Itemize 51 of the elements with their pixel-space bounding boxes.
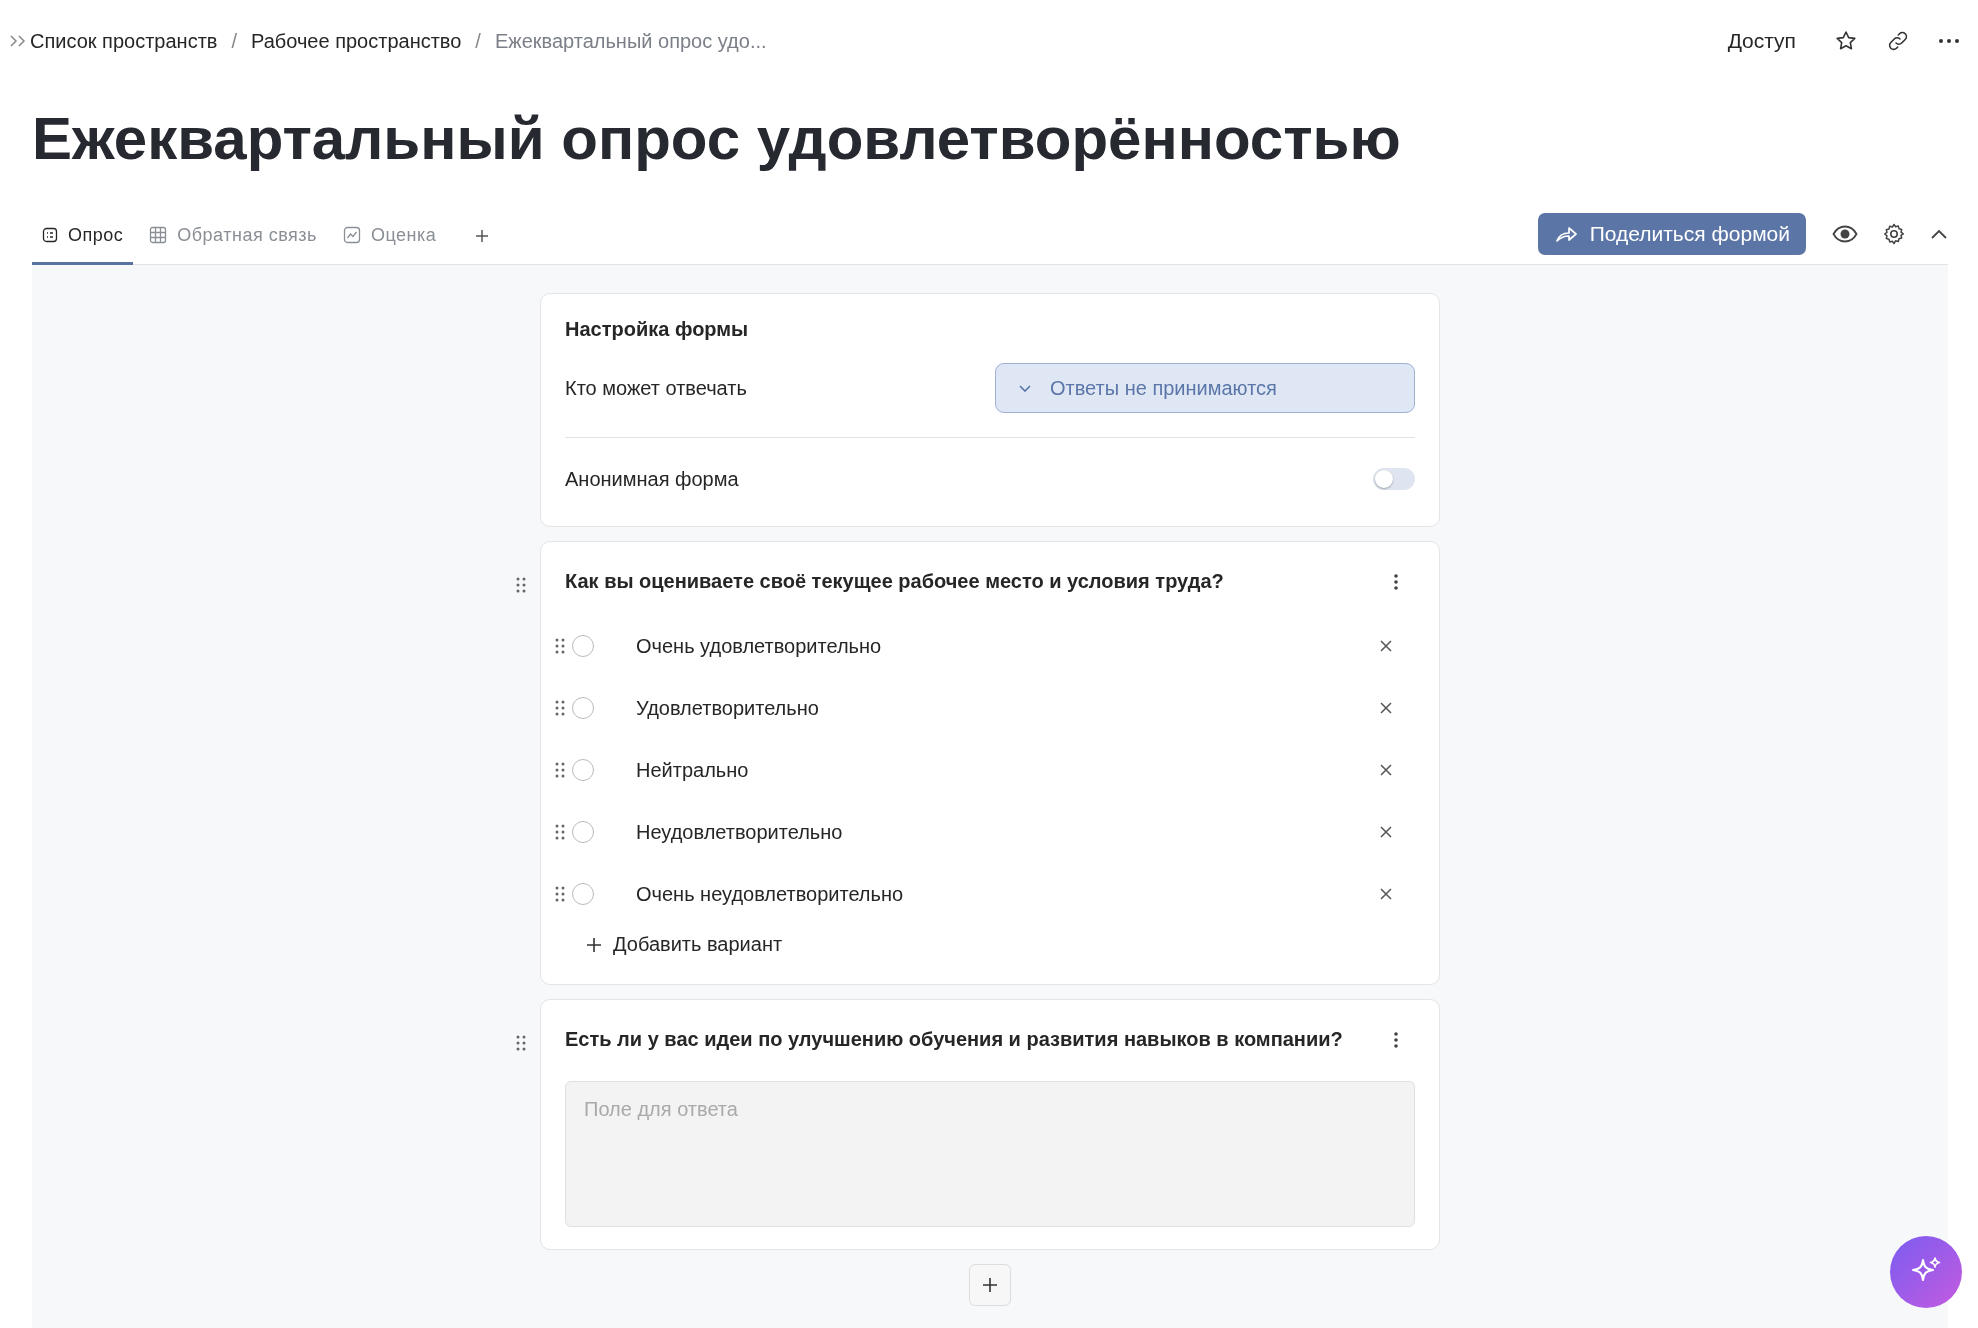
drag-handle-icon[interactable] xyxy=(555,700,565,716)
option-label: Нейтрально xyxy=(636,758,750,782)
link-icon[interactable] xyxy=(1886,29,1910,53)
option-label: Неудовлетворительно xyxy=(636,820,844,844)
access-button[interactable]: Доступ xyxy=(1727,29,1796,53)
remove-icon[interactable] xyxy=(1379,825,1393,839)
add-tab-icon[interactable] xyxy=(474,228,491,244)
answer-field[interactable]: Поле для ответа xyxy=(565,1081,1415,1227)
remove-icon[interactable] xyxy=(1379,701,1393,715)
option-label: Очень удовлетворительно xyxy=(636,634,883,658)
question-title: Есть ли у вас идеи по улучшению обучения и развития навыков в компании? xyxy=(565,1028,1343,1051)
chart-icon xyxy=(342,226,361,244)
breadcrumb-separator: / xyxy=(231,29,237,53)
share-form-button[interactable]: Поделиться формой xyxy=(1537,213,1806,255)
more-icon[interactable] xyxy=(1938,38,1960,44)
setting-label: Анонимная форма xyxy=(565,467,739,491)
remove-icon[interactable] xyxy=(1379,887,1393,901)
breadcrumb-link[interactable]: Список пространств xyxy=(30,29,218,53)
form-icon xyxy=(42,227,58,243)
remove-icon[interactable] xyxy=(1379,763,1393,777)
question-title: Как вы оцениваете своё текущее рабочее место и условия труда? xyxy=(565,570,1224,593)
collapse-icon[interactable] xyxy=(1930,228,1948,240)
add-question-button[interactable] xyxy=(969,1264,1011,1306)
settings-icon[interactable] xyxy=(1882,222,1906,246)
breadcrumb-link[interactable]: Ежеквартальный опрос удо... xyxy=(494,29,767,53)
drag-handle-icon[interactable] xyxy=(516,1035,526,1051)
remove-icon[interactable] xyxy=(1379,639,1393,653)
setting-label: Кто может отвечать xyxy=(565,376,747,400)
add-option-button[interactable]: Добавить вариант xyxy=(585,933,783,956)
drag-handle-icon[interactable] xyxy=(555,886,565,902)
breadcrumb-separator: / xyxy=(475,29,481,53)
option-label: Очень неудовлетворительно xyxy=(636,882,905,906)
plus-icon xyxy=(585,935,603,954)
chevron-down-icon xyxy=(1018,383,1032,393)
page-title: Ежеквартальный опрос удовлетворённостью xyxy=(32,106,1402,172)
drag-handle-icon[interactable] xyxy=(555,762,565,778)
drag-handle-icon[interactable] xyxy=(555,638,565,654)
breadcrumb-link[interactable]: Рабочее пространство xyxy=(251,29,462,53)
star-icon[interactable] xyxy=(1834,29,1858,53)
drag-handle-icon[interactable] xyxy=(555,824,565,840)
toggle-switch[interactable] xyxy=(1373,468,1415,490)
option-label: Удовлетворительно xyxy=(636,696,820,720)
dropdown[interactable]: Ответы не принимаются xyxy=(995,363,1415,413)
eye-icon[interactable] xyxy=(1832,225,1858,243)
more-icon[interactable] xyxy=(1393,572,1399,591)
more-icon[interactable] xyxy=(1393,1030,1399,1049)
card-title: Настройка формы xyxy=(565,318,750,341)
share-arrow-icon xyxy=(1553,224,1578,244)
table-icon xyxy=(149,226,168,244)
drag-handle-icon[interactable] xyxy=(516,577,526,593)
plus-icon xyxy=(981,1276,999,1294)
